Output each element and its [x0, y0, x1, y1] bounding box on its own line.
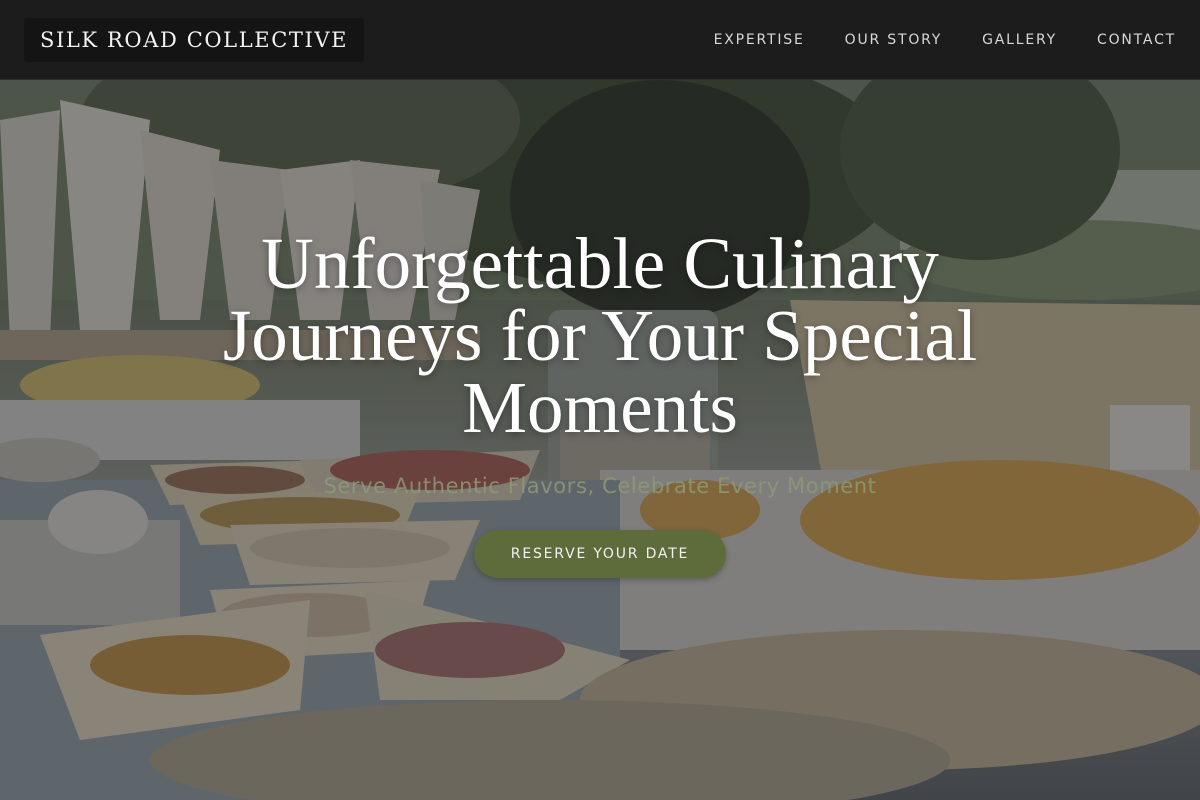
- reserve-date-button[interactable]: RESERVE YOUR DATE: [474, 530, 726, 578]
- hero-subtitle: Serve Authentic Flavors, Celebrate Every…: [323, 474, 877, 498]
- main-nav: EXPERTISE OUR STORY GALLERY CONTACT: [714, 0, 1176, 80]
- landing-page: SILK ROAD COLLECTIVE EXPERTISE OUR STORY…: [0, 0, 1200, 800]
- hero-content: Unforgettable Culinary Journeys for Your…: [150, 223, 1050, 498]
- hero-title-line: Journeys for Your Special: [222, 295, 978, 376]
- hero-title-line: Unforgettable Culinary: [261, 223, 939, 304]
- nav-link-contact[interactable]: CONTACT: [1097, 32, 1176, 48]
- hero-title-line: Moments: [462, 367, 738, 448]
- nav-link-gallery[interactable]: GALLERY: [982, 32, 1057, 48]
- brand-logo-link[interactable]: SILK ROAD COLLECTIVE: [24, 18, 365, 62]
- site-header: SILK ROAD COLLECTIVE EXPERTISE OUR STORY…: [0, 0, 1200, 80]
- hero-title: Unforgettable Culinary Journeys for Your…: [150, 223, 1050, 448]
- nav-link-expertise[interactable]: EXPERTISE: [714, 32, 805, 48]
- nav-link-our-story[interactable]: OUR STORY: [845, 32, 943, 48]
